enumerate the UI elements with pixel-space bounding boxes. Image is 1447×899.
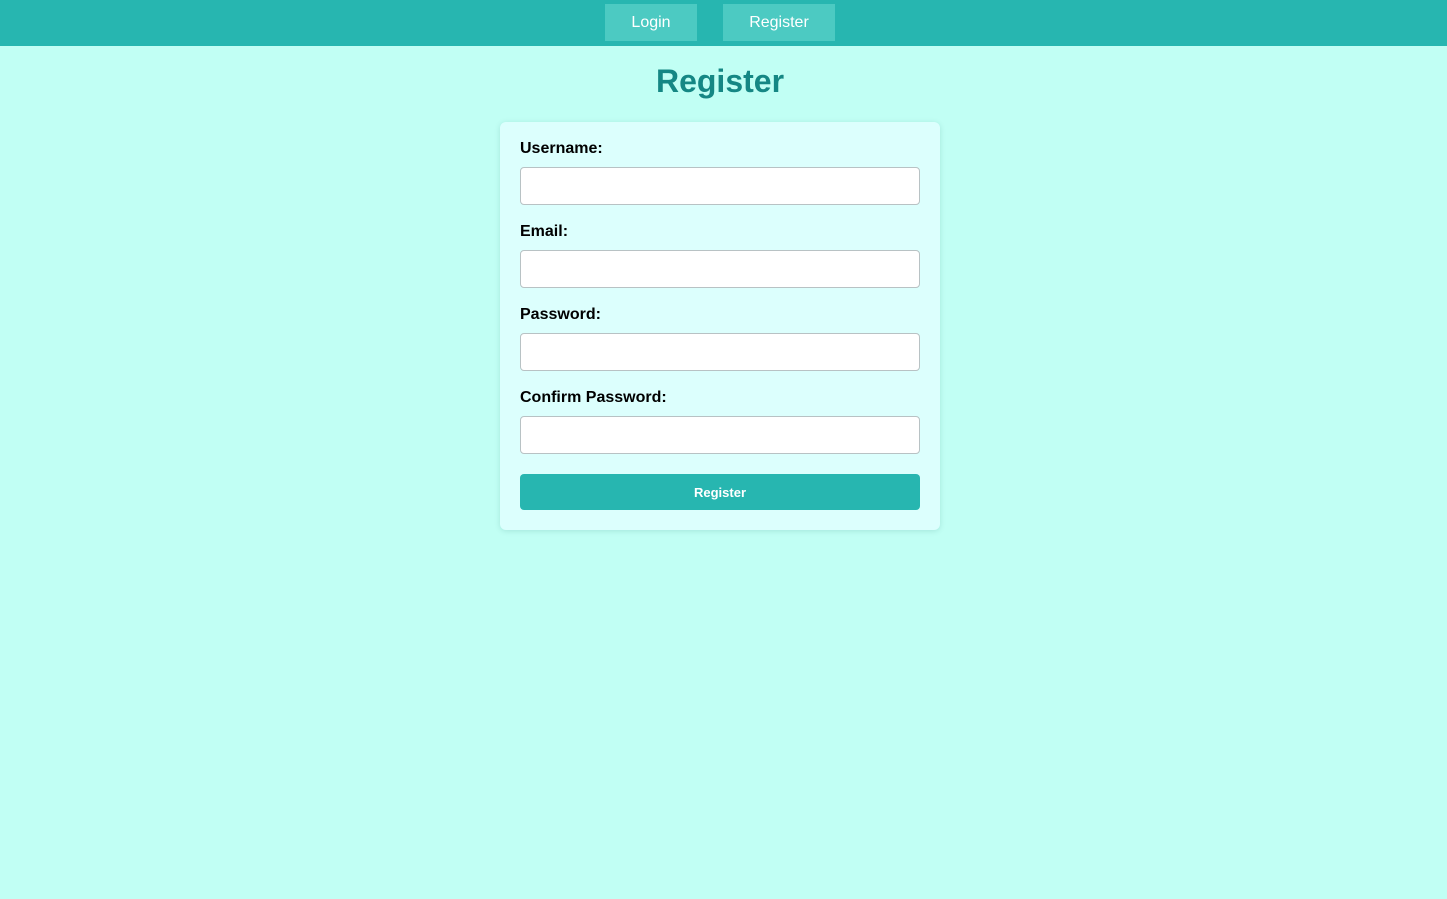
confirm-password-label: Confirm Password: [520,389,667,406]
nav-register-button[interactable]: Register [723,4,835,41]
register-form-card: Username: Email: Password: Confirm Passw… [500,122,940,530]
nav-login-button[interactable]: Login [605,4,697,41]
email-label: Email: [520,223,569,240]
register-submit-button[interactable]: Register [520,474,920,510]
password-label: Password: [520,306,601,323]
top-nav-bar: Login Register [0,0,1447,46]
page-title: Register [655,63,785,99]
username-input[interactable] [520,167,920,205]
confirm-password-input[interactable] [520,416,920,454]
password-input[interactable] [520,333,920,371]
username-label: Username: [520,140,603,157]
email-input[interactable] [520,250,920,288]
